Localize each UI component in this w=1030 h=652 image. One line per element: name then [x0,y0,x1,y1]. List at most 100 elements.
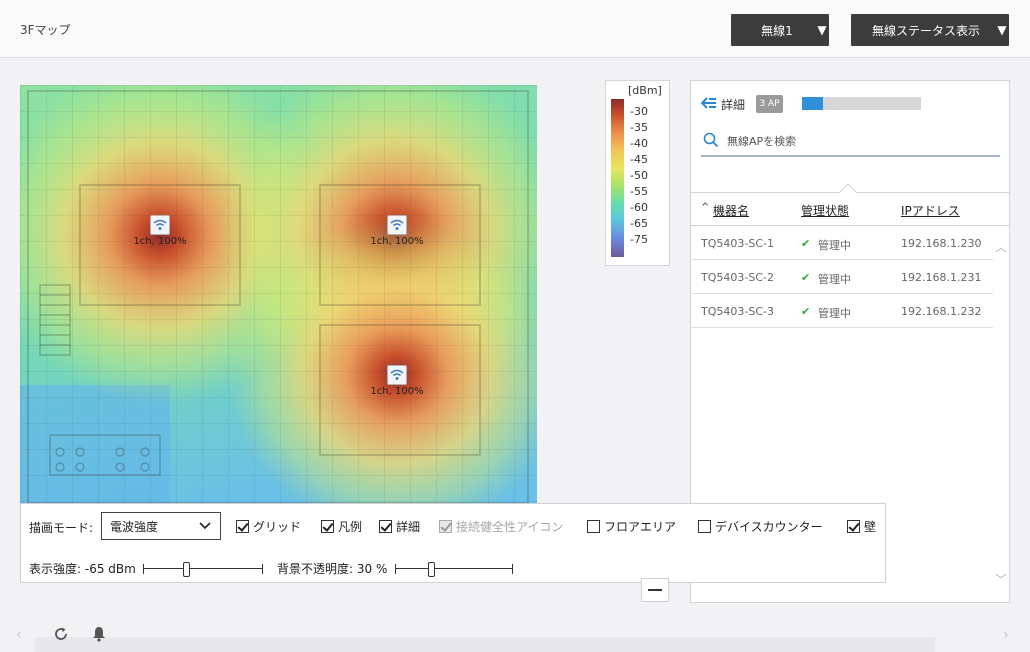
ap-count-badge: 3 AP [756,95,783,113]
health-icon-checkbox-label: 接続健全性アイコン [456,520,564,534]
floor-area-checkbox-label: フロアエリア [604,520,677,534]
slider-end [395,564,396,574]
table-row[interactable]: TQ5403-SC-2 ✔ 管理中 192.168.1.231 [691,260,993,294]
legend-color-scale [611,99,624,257]
checkbox-box[interactable] [236,520,249,533]
checkbox-box[interactable] [321,520,334,533]
search-input[interactable] [727,134,987,148]
scroll-up-icon[interactable]: ︿ [993,239,1009,255]
access-point-label: 1ch, 100% [133,236,187,247]
bottom-bar: ‹ › [0,622,1030,652]
row-status: 管理中 [818,307,851,320]
sort-ascending-icon[interactable]: ^ [701,202,709,213]
slider-track [395,568,513,569]
table-row[interactable]: TQ5403-SC-3 ✔ 管理中 192.168.1.232 [691,294,993,328]
caret-down-icon: ▼ [817,23,827,37]
row-ip: 192.168.1.231 [901,271,982,284]
access-point-marker[interactable]: 1ch, 100% [130,215,190,247]
draw-mode-label: 描画モード: [29,521,94,535]
horizontal-scrollbar[interactable] [35,637,935,652]
column-header-ip[interactable]: IPアドレス [901,202,960,219]
progress-bar [802,97,921,110]
zoom-out-button[interactable] [641,578,669,602]
access-point-label: 1ch, 100% [370,236,424,247]
checkbox-box[interactable] [847,520,860,533]
table-header: ^ 機器名 管理状態 IPアドレス [691,183,1009,226]
legend-checkbox[interactable]: 凡例 [321,518,362,535]
ap-search[interactable] [701,127,1000,157]
wireless-select-label: 無線1 [761,23,793,38]
check-icon: ✔ [801,305,811,318]
row-name: TQ5403-SC-1 [701,237,774,250]
map-controls: 描画モード: 電波強度 グリッド 凡例 詳細 接続健全性アイコン フロアエリア … [20,503,886,583]
legend-tick: -65 [630,217,648,230]
refresh-icon[interactable] [53,626,69,645]
top-bar: 3Fマップ 無線1 ▼ 無線ステータス表示 ▼ [0,0,1030,58]
wifi-icon [387,365,407,385]
table-row[interactable]: TQ5403-SC-1 ✔ 管理中 192.168.1.230 [691,226,993,260]
slider-end [512,564,513,574]
legend-tick: -55 [630,185,648,198]
display-strength-label: 表示強度: -65 dBm [29,562,136,576]
scroll-down-icon[interactable]: ﹀ [993,571,1009,587]
device-counter-checkbox[interactable]: デバイスカウンター [698,518,823,535]
chevron-down-icon [198,518,212,535]
wifi-icon [387,215,407,235]
caret-down-icon: ▼ [997,23,1007,37]
bg-opacity-slider[interactable] [395,562,513,577]
grid-checkbox-label: グリッド [253,520,302,534]
search-icon [703,132,723,151]
signal-legend: [dBm] -30 -35 -40 -45 -50 -55 -60 -65 -7… [605,80,670,266]
heatmap-canvas[interactable]: 1ch, 100% 1ch, 100% 1ch, 100% [20,85,537,510]
draw-mode-select[interactable]: 電波強度 [101,512,221,540]
status-display-select[interactable]: 無線ステータス表示 ▼ [851,14,1009,46]
bell-icon[interactable] [92,626,106,645]
detail-checkbox-label: 詳細 [396,520,421,534]
device-counter-checkbox-label: デバイスカウンター [715,520,823,534]
heatmap-image [20,85,537,510]
health-icon-checkbox: 接続健全性アイコン [439,518,563,535]
panel-notch [839,183,857,201]
detail-panel-header[interactable]: 詳細 [700,96,746,113]
checkbox-box[interactable] [379,520,392,533]
access-point-marker[interactable]: 1ch, 100% [367,215,427,247]
collapse-arrow-icon[interactable] [700,96,717,113]
row-name: TQ5403-SC-2 [701,271,774,284]
legend-tick: -35 [630,121,648,134]
slider-track [143,568,263,569]
bg-opacity-label: 背景不透明度: 30 % [277,562,388,576]
status-display-select-label: 無線ステータス表示 [871,23,980,38]
progress-bar-fill [802,97,824,110]
checkbox-box[interactable] [698,520,711,533]
row-name: TQ5403-SC-3 [701,305,774,318]
map-title: 3Fマップ [20,23,71,37]
legend-tick: -45 [630,153,648,166]
checkbox-box [439,520,452,533]
detail-panel-title: 詳細 [721,98,746,112]
checkbox-box[interactable] [587,520,600,533]
scroll-right-icon[interactable]: › [1003,627,1009,643]
wall-checkbox[interactable]: 壁 [847,518,876,535]
access-point-label: 1ch, 100% [370,386,424,397]
legend-tick: -75 [630,233,648,246]
legend-unit: [dBm] [628,84,662,97]
row-status: 管理中 [818,273,851,286]
legend-tick: -40 [630,137,648,150]
access-point-marker[interactable]: 1ch, 100% [367,365,427,397]
floor-area-checkbox[interactable]: フロアエリア [587,518,676,535]
column-header-name[interactable]: 機器名 [713,202,749,219]
legend-tick: -50 [630,169,648,182]
slider-handle[interactable] [428,562,435,577]
wireless-select[interactable]: 無線1 ▼ [731,14,829,46]
slider-handle[interactable] [183,562,190,577]
legend-checkbox-label: 凡例 [338,520,363,534]
display-strength-slider[interactable] [143,562,263,577]
grid-checkbox[interactable]: グリッド [236,518,301,535]
minus-icon [648,589,662,591]
detail-checkbox[interactable]: 詳細 [379,518,420,535]
scroll-left-icon[interactable]: ‹ [16,627,22,643]
check-icon: ✔ [801,271,811,284]
legend-tick: -60 [630,201,648,214]
column-header-status[interactable]: 管理状態 [801,202,849,219]
wall-checkbox-label: 壁 [864,520,877,534]
